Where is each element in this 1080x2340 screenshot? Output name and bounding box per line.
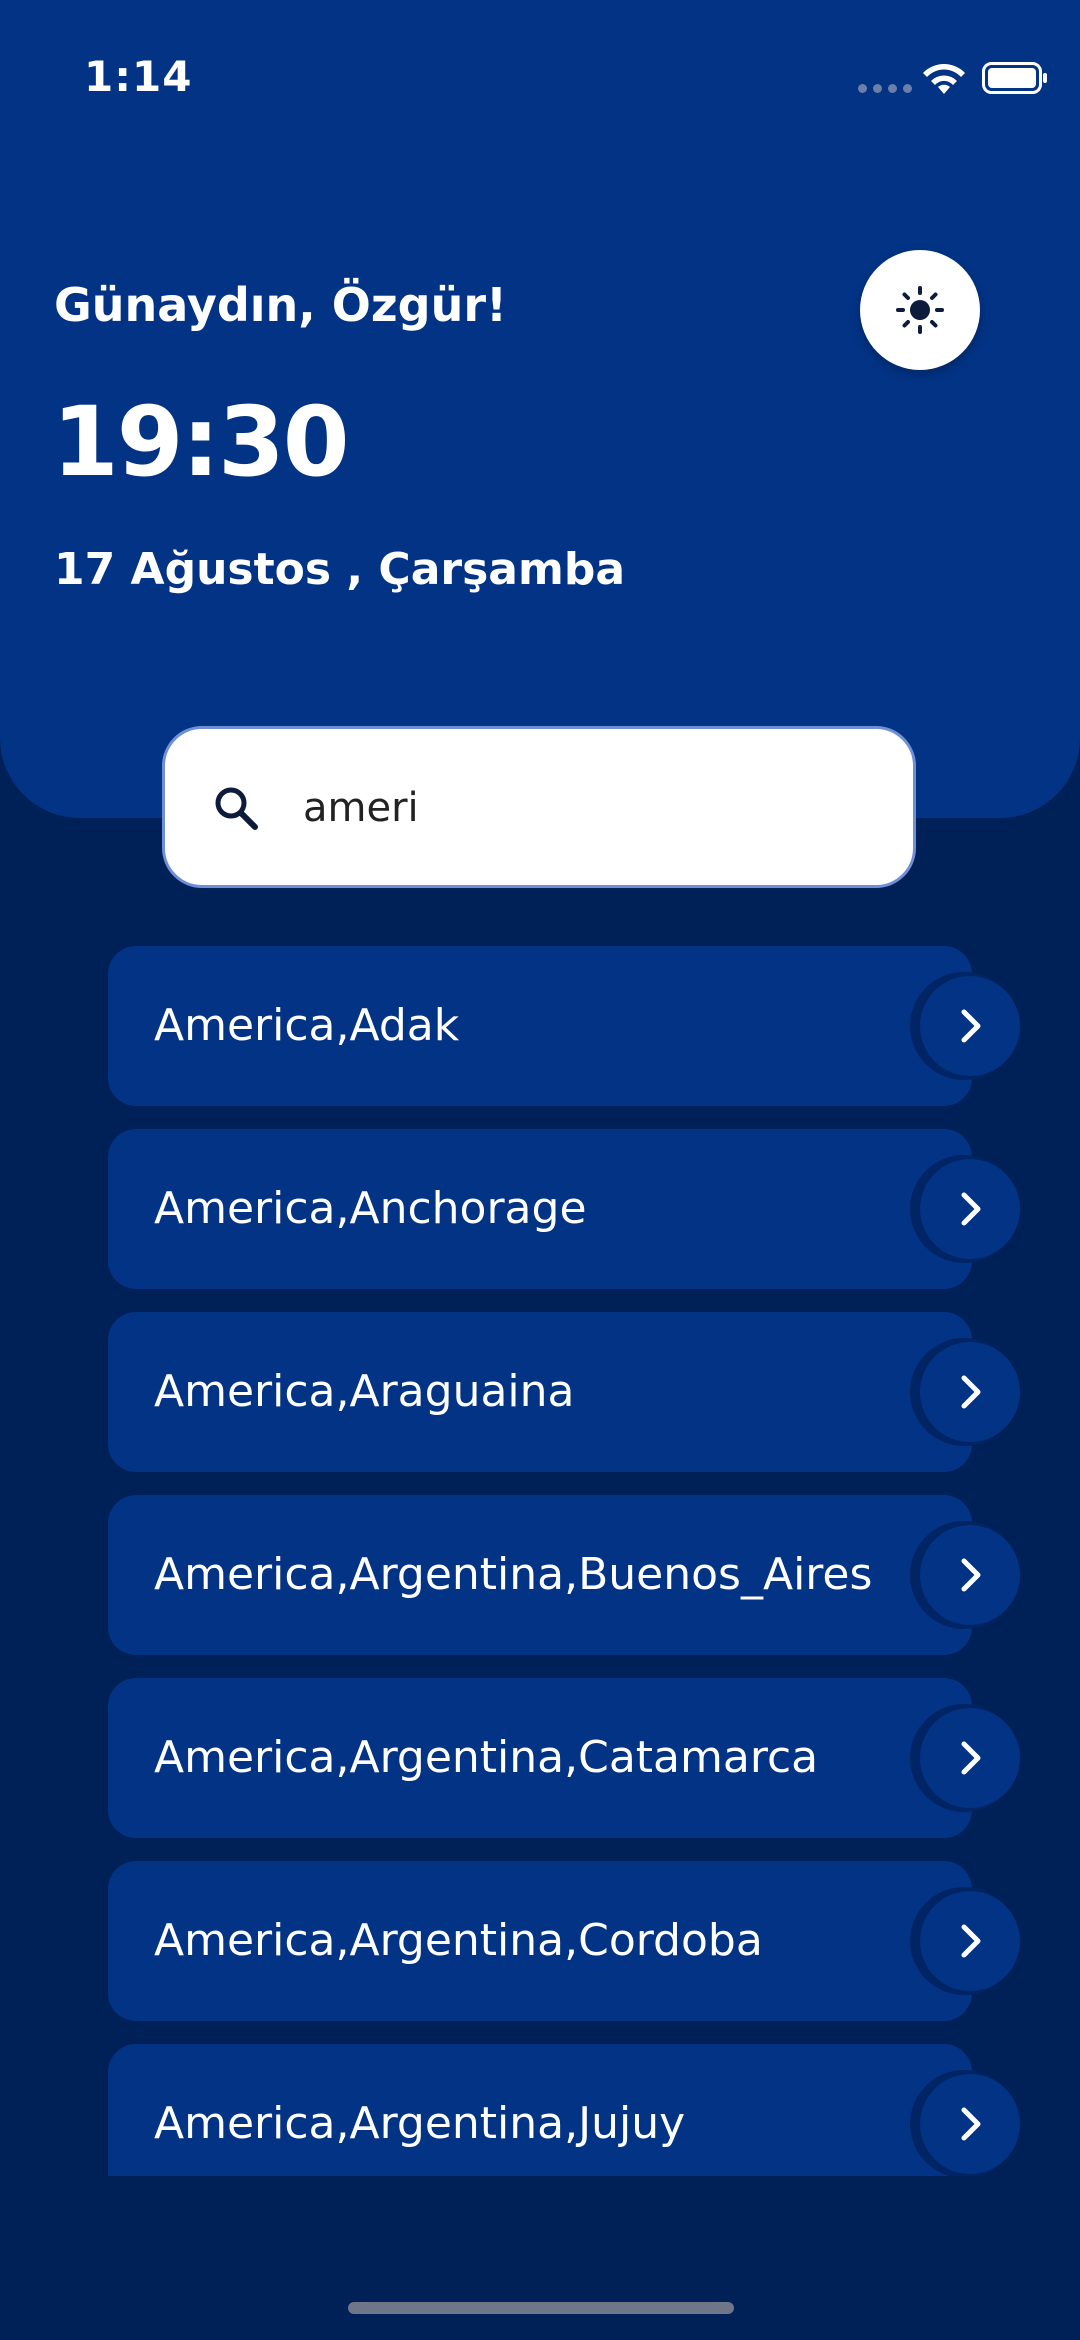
open-item-button[interactable] (920, 2074, 1020, 2174)
chevron-right-icon (961, 2107, 981, 2141)
chevron-right-icon (961, 1009, 981, 1043)
list-item-label: America,Araguaina (154, 1366, 575, 1417)
status-time: 1:14 (84, 52, 193, 101)
list-item[interactable]: America,Argentina,Catamarca (108, 1678, 1020, 1838)
results-list: America,Adak America,Anchorage America,A… (0, 940, 1080, 2176)
open-item-button[interactable] (920, 1708, 1020, 1808)
search-input[interactable] (301, 769, 865, 847)
list-item-label: America,Anchorage (154, 1183, 587, 1234)
home-indicator[interactable] (348, 2302, 734, 2314)
chevron-right-icon (961, 1741, 981, 1775)
date-text: 17 Ağustos , Çarşamba (54, 544, 626, 595)
theme-toggle-button[interactable] (860, 250, 980, 370)
sun-icon (896, 286, 944, 334)
wifi-icon (923, 64, 965, 94)
chevron-right-icon (961, 1924, 981, 1958)
clock-text: 19:30 (52, 386, 350, 498)
chevron-right-icon (961, 1375, 981, 1409)
list-item-label: America,Argentina,Cordoba (154, 1915, 763, 1966)
search-box[interactable] (162, 726, 916, 888)
signal-dots-icon (858, 84, 912, 93)
list-item[interactable]: America,Argentina,Jujuy (108, 2044, 1020, 2176)
list-item-label: America,Argentina,Jujuy (154, 2098, 686, 2149)
open-item-button[interactable] (920, 1525, 1020, 1625)
battery-icon (982, 62, 1047, 94)
list-item[interactable]: America,Anchorage (108, 1129, 1020, 1289)
open-item-button[interactable] (920, 1159, 1020, 1259)
list-item[interactable]: America,Argentina,Cordoba (108, 1861, 1020, 2021)
open-item-button[interactable] (920, 1342, 1020, 1442)
list-item-label: America,Argentina,Buenos_Aires (154, 1549, 873, 1600)
list-item[interactable]: America,Adak (108, 946, 1020, 1106)
greeting-text: Günaydın, Özgür! (54, 278, 508, 332)
list-item[interactable]: America,Argentina,Buenos_Aires (108, 1495, 1020, 1655)
chevron-right-icon (961, 1192, 981, 1226)
open-item-button[interactable] (920, 1891, 1020, 1991)
open-item-button[interactable] (920, 976, 1020, 1076)
chevron-right-icon (961, 1558, 981, 1592)
list-item-label: America,Argentina,Catamarca (154, 1732, 819, 1783)
search-icon (215, 787, 258, 830)
list-item-label: America,Adak (154, 1000, 460, 1051)
list-item[interactable]: America,Araguaina (108, 1312, 1020, 1472)
